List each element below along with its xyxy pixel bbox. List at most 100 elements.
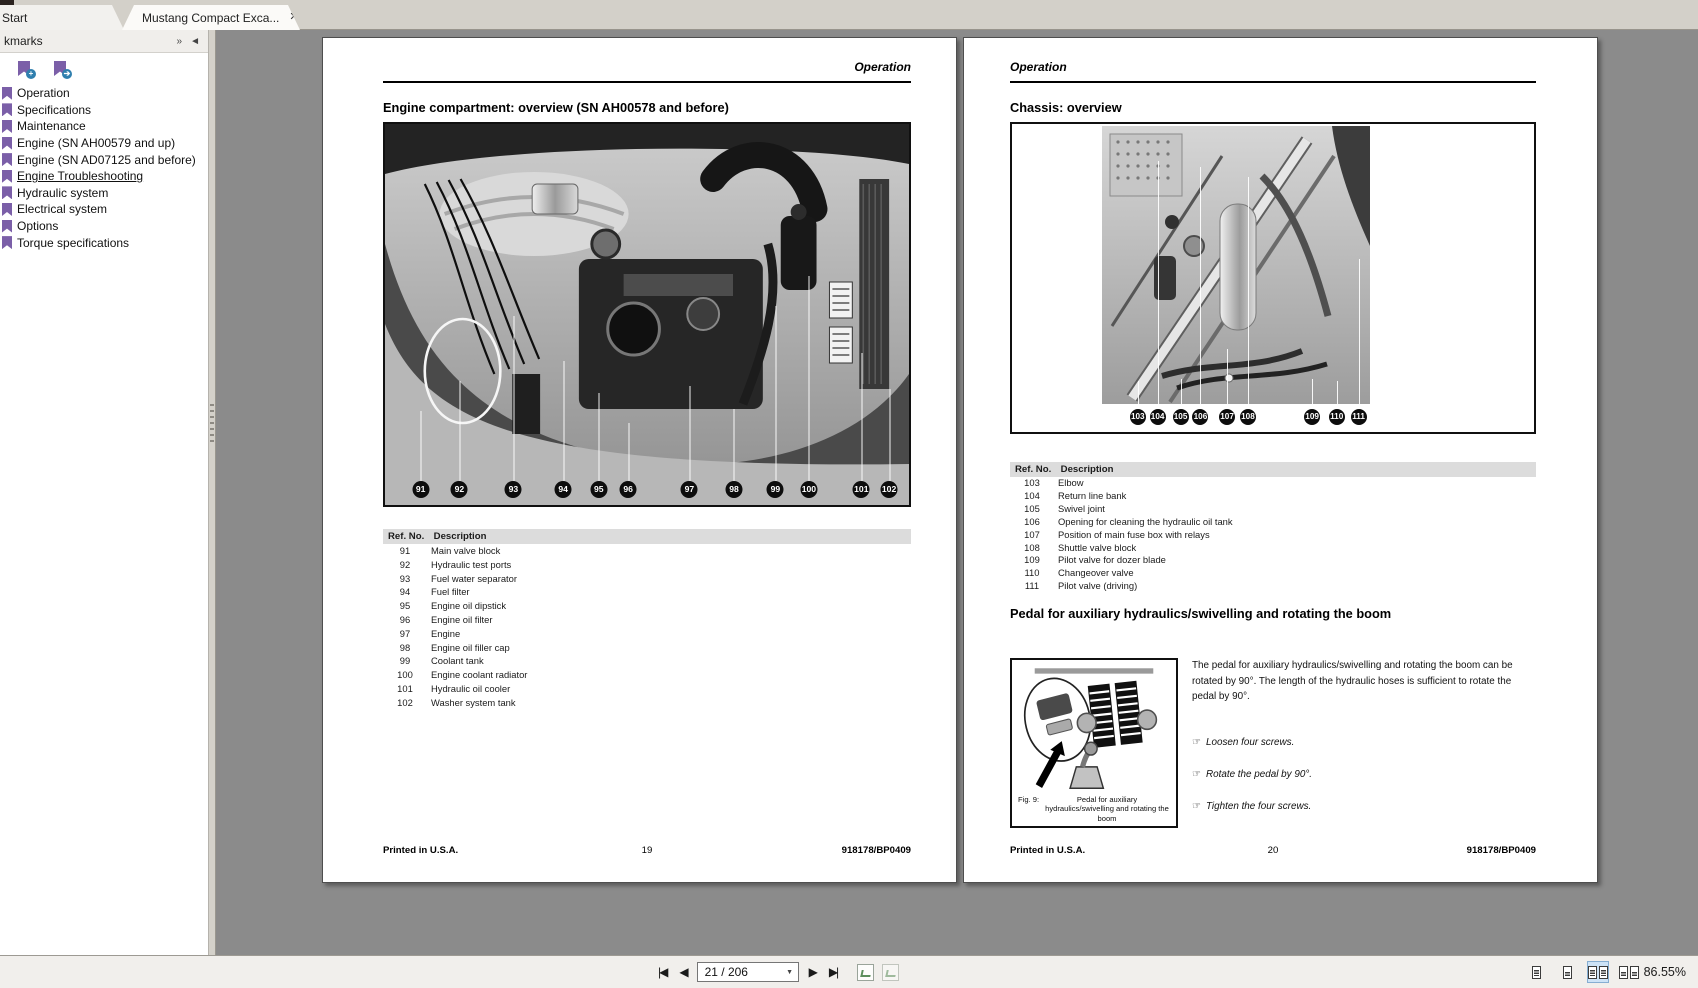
bookmark-item-operation[interactable]: Operation — [2, 85, 208, 102]
bookmark-item-specifications[interactable]: Specifications — [2, 102, 208, 119]
pedal-steps: ☞ Loosen four screws. ☞ Rotate the pedal… — [1192, 737, 1536, 812]
running-header: Operation — [1010, 38, 1536, 83]
callout-103: 103 — [1129, 381, 1146, 425]
callout-93: 93 — [504, 316, 522, 498]
chevron-down-icon[interactable]: ▼ — [782, 969, 798, 976]
callout-109: 109 — [1304, 379, 1321, 425]
chassis-photo-area — [1102, 126, 1370, 404]
add-bookmark-button[interactable]: + — [18, 61, 36, 79]
page-title: Engine compartment: overview (SN AH00578… — [383, 100, 729, 115]
facing-continuous-view-icon[interactable] — [1618, 961, 1640, 983]
tab-document[interactable]: Mustang Compact Exca... ✕ — [122, 5, 300, 30]
table-row: 104 Return line bank — [1024, 489, 1127, 501]
callout-107: 107 — [1219, 349, 1236, 425]
page-title: Chassis: overview — [1010, 100, 1122, 115]
step-item: ☞ Rotate the pedal by 90°. — [1192, 769, 1313, 781]
engine-compartment-photo: 91 92 93 94 95 96 97 98 99 100 101 102 — [383, 122, 911, 507]
bookmark-item-electrical-system[interactable]: Electrical system — [2, 201, 208, 218]
bookmarks-panel-title: kmarks — [4, 34, 43, 48]
bookmark-item-engine-ah00579[interactable]: Engine (SN AH00579 and up) — [2, 135, 208, 152]
table-row: 97 Engine — [399, 627, 461, 639]
expand-bookmarks-icon[interactable]: » — [173, 36, 187, 47]
pointing-hand-icon: ☞ — [1192, 737, 1201, 749]
pdf-page-20: Operation Chassis: overview 103 104 105 … — [963, 37, 1598, 883]
goto-bookmark-button[interactable]: ➔ — [54, 61, 72, 79]
step-item: ☞ Loosen four screws. — [1192, 737, 1295, 749]
page-layout-buttons — [1525, 956, 1640, 988]
ref-table-engine: Ref. No. Description 91 Main valve block … — [383, 529, 911, 710]
tab-close-icon[interactable]: ✕ — [289, 12, 298, 23]
previous-page-button[interactable]: ◀ — [676, 963, 689, 981]
ref-table-header: Ref. No. Description — [1010, 462, 1536, 477]
bookmark-item-maintenance[interactable]: Maintenance — [2, 118, 208, 135]
bookmark-icon — [2, 103, 12, 117]
callout-98: 98 — [725, 409, 743, 498]
bookmark-item-options[interactable]: Options — [2, 218, 208, 235]
footer-doc-number: 918178/BP0409 — [1466, 845, 1536, 856]
callout-100: 100 — [800, 276, 818, 498]
table-row: 109 Pilot valve for dozer blade — [1024, 554, 1166, 566]
bookmark-item-torque-specifications[interactable]: Torque specifications — [2, 234, 208, 251]
callout-102: 102 — [880, 389, 898, 498]
bookmark-icon — [2, 186, 12, 200]
arrow-icon: ➔ — [62, 69, 72, 79]
bookmark-item-engine-ad07125[interactable]: Engine (SN AD07125 and before) — [2, 151, 208, 168]
callout-91: 91 — [412, 411, 430, 498]
plus-icon: + — [26, 69, 36, 79]
ref-table-header: Ref. No. Description — [383, 529, 911, 544]
bookmark-icon — [2, 169, 12, 183]
document-canvas[interactable]: Operation Engine compartment: overview (… — [216, 30, 1698, 955]
next-page-button[interactable]: ▶ — [806, 963, 819, 981]
callout-96: 96 — [619, 423, 637, 498]
bookmark-item-hydraulic-system[interactable]: Hydraulic system — [2, 185, 208, 202]
tab-start[interactable]: Start — [0, 5, 124, 30]
bookmark-icon — [2, 136, 12, 150]
single-page-view-icon[interactable] — [1525, 961, 1547, 983]
splitter-grip-handle[interactable] — [210, 400, 214, 446]
bookmark-icon — [2, 86, 12, 100]
callout-99: 99 — [766, 306, 784, 498]
first-page-button[interactable]: |◀ — [655, 963, 669, 981]
table-row: 94 Fuel filter — [399, 586, 470, 598]
callout-106: 106 — [1192, 167, 1209, 425]
table-row: 91 Main valve block — [399, 545, 501, 556]
facing-view-icon[interactable] — [1587, 961, 1609, 983]
tab-document-label: Mustang Compact Exca... — [142, 10, 280, 25]
bookmark-item-engine-troubleshooting[interactable]: Engine Troubleshooting — [2, 168, 208, 185]
next-view-icon[interactable] — [882, 963, 900, 981]
tab-bar: Start Mustang Compact Exca... ✕ — [0, 0, 1698, 30]
page-number-input[interactable] — [697, 965, 782, 979]
callout-105: 105 — [1172, 379, 1189, 425]
zoom-level[interactable]: 86.55% — [1644, 956, 1686, 988]
view-history — [857, 963, 900, 981]
page-number-combo[interactable]: ▼ — [696, 962, 799, 982]
bookmark-icon — [2, 202, 12, 216]
pointing-hand-icon: ☞ — [1192, 769, 1201, 781]
previous-view-icon[interactable] — [857, 963, 875, 981]
table-row: 93 Fuel water separator — [399, 572, 517, 584]
last-page-button[interactable]: ▶| — [826, 963, 840, 981]
panel-splitter[interactable] — [209, 30, 216, 955]
tab-start-label: Start — [2, 10, 28, 25]
bookmarks-panel-header: kmarks » ◄ — [0, 30, 208, 53]
table-row: 108 Shuttle valve block — [1024, 541, 1137, 553]
table-row: 101 Hydraulic oil cooler — [397, 682, 511, 694]
bookmark-icon — [2, 236, 12, 250]
collapse-panel-icon[interactable]: ◄ — [186, 36, 204, 47]
chassis-photo: 103 104 105 106 107 108 109 110 111 — [1010, 122, 1536, 434]
callout-95: 95 — [590, 393, 608, 498]
bookmark-icon — [2, 153, 12, 167]
bookmarks-toolbar: + ➔ — [0, 53, 208, 83]
table-row: 106 Opening for cleaning the hydraulic oi… — [1024, 515, 1233, 527]
page-navigation: |◀ ◀ ▼ ▶ ▶| — [655, 956, 900, 988]
callout-111: 111 — [1350, 259, 1367, 425]
callout-104: 104 — [1149, 161, 1166, 425]
section-title-pedal: Pedal for auxiliary hydraulics/swivellin… — [1010, 606, 1392, 622]
engine-photo-art — [385, 124, 909, 505]
continuous-view-icon[interactable] — [1556, 961, 1578, 983]
table-row: 107 Position of main fuse box with relays — [1024, 528, 1210, 540]
running-header: Operation — [383, 38, 911, 83]
footer-printed: Printed in U.S.A. — [383, 845, 459, 856]
table-row: 102 Washer system tank — [397, 696, 516, 708]
table-row: 95 Engine oil dipstick — [399, 600, 507, 612]
